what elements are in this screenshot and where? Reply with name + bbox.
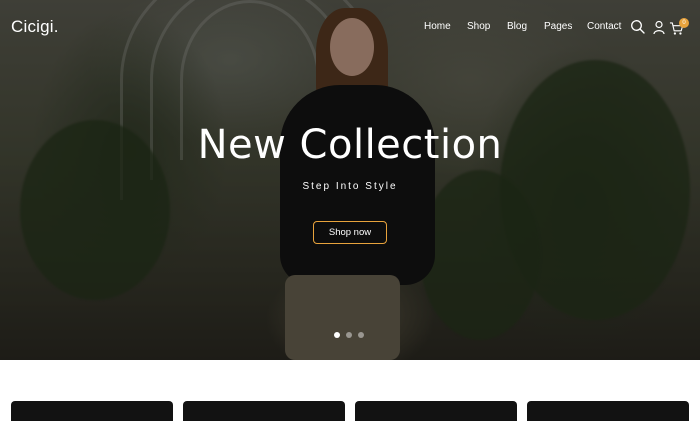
slider-dot-2[interactable] xyxy=(346,332,352,338)
nav-blog[interactable]: Blog xyxy=(507,21,527,32)
nav-home[interactable]: Home xyxy=(424,21,451,32)
category-card[interactable] xyxy=(355,401,517,421)
category-card[interactable] xyxy=(183,401,345,421)
category-card[interactable] xyxy=(11,401,173,421)
hero-title: New Collection xyxy=(197,122,503,168)
search-icon[interactable] xyxy=(630,19,646,35)
nav-contact[interactable]: Contact xyxy=(587,21,621,32)
nav-pages[interactable]: Pages xyxy=(544,21,572,32)
category-cards xyxy=(0,360,700,421)
cart-count-badge: 0 xyxy=(679,18,689,28)
brand-logo[interactable]: Cicigi. xyxy=(11,17,59,37)
slider-dot-1[interactable] xyxy=(334,332,340,338)
top-navigation: Cicigi. Home Shop Blog Pages Contact 0 xyxy=(0,0,700,54)
user-icon[interactable] xyxy=(651,19,667,35)
nav-shop[interactable]: Shop xyxy=(467,21,490,32)
hero-banner: Cicigi. Home Shop Blog Pages Contact 0 N… xyxy=(0,0,700,360)
shop-now-button[interactable]: Shop now xyxy=(313,221,387,244)
category-card[interactable] xyxy=(527,401,689,421)
slider-dot-3[interactable] xyxy=(358,332,364,338)
slider-dots xyxy=(334,332,364,338)
hero-subtitle: Step Into Style xyxy=(302,181,398,192)
hero-overlay xyxy=(0,0,700,360)
